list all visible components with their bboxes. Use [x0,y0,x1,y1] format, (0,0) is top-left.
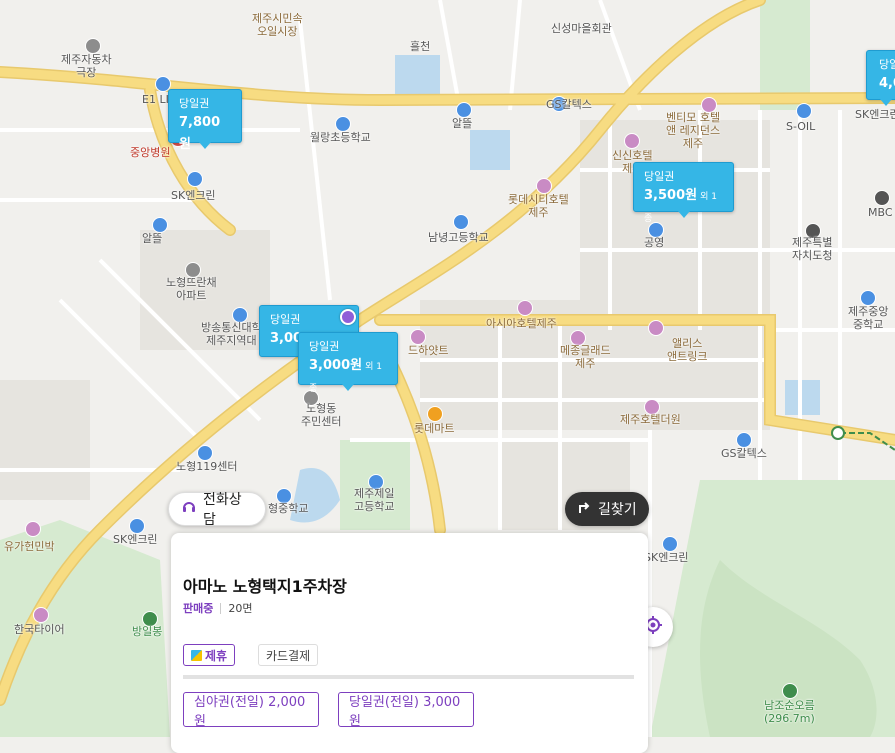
poi-lotte-hotel-label: 롯데시티호텔 제주 [508,193,569,219]
poi-nohyeong-apt-label: 노형뜨란채 아파트 [166,276,217,302]
price-marker-7800[interactable]: 당일권 7,800원 [168,89,242,152]
poi-marker-icon [453,214,469,230]
marker-price: 3,500원 [644,188,698,203]
poi-namnyeong-school-label: 남녕고등학교 [428,231,489,244]
parking-meta: 판매중 20면 [183,600,253,616]
meta-divider [220,602,222,614]
partner-logo-icon [191,649,202,661]
poi-alice-label: 앨리스 앤트링크 [667,337,708,363]
poi-sk-2-label: SK엔크린 [171,189,216,202]
poi-ventimo-hotel-label: 벤티모 호텔 앤 레지던스 제주 [666,111,721,150]
poi-wolrang-school-label: 월랑초등학교 [310,131,371,144]
poi-mbc-label: MBC [868,206,893,219]
parking-lot-name: 아마노 노형택지1주차장 [183,577,347,596]
partner-tag: 제휴 [183,644,236,666]
poi-bus-garage-label: 제주자동차 극장 [61,53,112,79]
poi-jeil-high-label: 제주제일 고등학교 [354,487,395,513]
poi-jeju-office-label: 제주특별 자치도청 [792,236,833,262]
poi-gongyeong-label: 공영 [644,236,665,249]
poi-marker-icon [736,432,752,448]
poi-sk-1-label: SK엔크린 [855,108,895,121]
poi-bangilbong-label: 방일봉 [132,625,163,638]
call-consult-label: 전화상담 [203,492,242,528]
poi-jeju-market-label: 제주시민속 오일시장 [252,12,303,38]
poi-marker-icon [874,190,890,206]
space-count: 20면 [228,602,253,615]
poi-hankook-tire-label: 한국타이어 [14,623,65,636]
poi-s-oil-label: S-OIL [786,120,816,133]
ticket-day[interactable]: 당일권(전일) 3,000원 [338,692,474,729]
poi-gs-2-label: GS칼텍스 [721,447,767,460]
poi-nohyeong-119-label: 노형119센터 [176,460,238,473]
poi-marker-icon [662,536,678,552]
poi-sk-4-label: SK엔크린 [644,551,689,564]
ticket-night[interactable]: 심야권(전일) 2,000원 [183,692,319,729]
marker-type: 당일권 [309,340,340,353]
poi-marker-icon [152,217,168,233]
poi-marker-icon [860,290,876,306]
parking-info-card[interactable]: 아마노 노형택지1주차장 판매중 20면 제휴 카드결제 심야권(전일) 2,0… [171,533,648,753]
poi-marker-icon [25,521,41,537]
poi-sk-3-label: SK엔크린 [113,533,158,546]
marker-price: 7,800원 [179,115,221,152]
poi-marker-icon [187,171,203,187]
poi-marker-icon [536,178,552,194]
marker-type: 당일권 [179,97,210,110]
poi-marker-icon [197,445,213,461]
poi-altteul-1-label: 알뜰 [452,117,473,130]
price-marker-3000[interactable]: 당일권 3,000원 외 1종 [298,332,398,394]
marker-type: 당일 [879,58,895,71]
poi-marker-icon [517,300,533,316]
poi-gs-1-label: GS칼텍스 [546,98,592,111]
marker-price: 3,000원 [309,358,363,373]
poi-nohyeong-center-label: 노형동 주민센터 [301,402,342,428]
card-divider [183,675,634,679]
poi-marker-icon [335,116,351,132]
selected-indicator [340,309,356,325]
poi-marker-icon [456,102,472,118]
poi-mezon-glad-label: 메종글래드 제주 [560,344,611,370]
poi-jeju-hotel-the-one-label: 제주호텔더원 [620,413,681,426]
poi-yuga-museum-label: 유가헌민박 [4,540,55,553]
marker-type: 당일권 [270,313,301,326]
poi-marker-icon [33,607,49,623]
poi-marker-icon [648,320,664,336]
poi-asia-hotel-label: 아시아호텔제주 [486,317,557,330]
marker-type: 당일권 [644,170,675,183]
poi-nohyeong-middle-label: 형중학교 [268,502,309,515]
poi-broadcast-univ-label: 방송통신대학 제주지역대 [201,321,262,347]
poi-altteul-2-label: 알뜰 [142,232,163,245]
price-marker-edge[interactable]: 당일 4,0 [866,50,895,106]
poi-marker-icon [782,683,798,699]
sale-status: 판매중 [183,602,214,615]
poi-heukcheon-label: 흘천 [410,40,431,53]
poi-marker-icon [410,329,426,345]
directions-label: 길찾기 [598,502,637,518]
poi-namjosun-label: 남조순오름 (296.7m) [764,699,815,725]
poi-jungang-hospital-label: 중앙병원 [130,146,171,159]
poi-marker-icon [129,518,145,534]
poi-marker-icon [796,103,812,119]
price-marker-3500[interactable]: 당일권 3,500원 외 1종 [633,162,734,224]
poi-marker-icon [85,38,101,54]
poi-marker-icon [427,406,443,422]
poi-marker-icon [624,133,640,149]
marker-price: 4,0 [879,76,895,91]
call-consult-button[interactable]: 전화상담 [168,492,266,528]
poi-lotte-mart-label: 롯데마트 [414,422,455,435]
poi-e1-label: E1 LI [142,93,169,106]
poi-jeju-middle-label: 제주중앙 중학교 [848,305,889,331]
headset-icon [181,499,197,519]
directions-button[interactable]: 길찾기 [565,492,649,526]
partner-tag-label: 제휴 [205,648,228,663]
card-payment-tag: 카드결제 [258,644,319,666]
turn-right-icon [577,500,591,518]
poi-sinseong-hall-label: 신성마을회관 [551,22,612,35]
poi-hyatt-label: 드하얏트 [408,344,449,357]
